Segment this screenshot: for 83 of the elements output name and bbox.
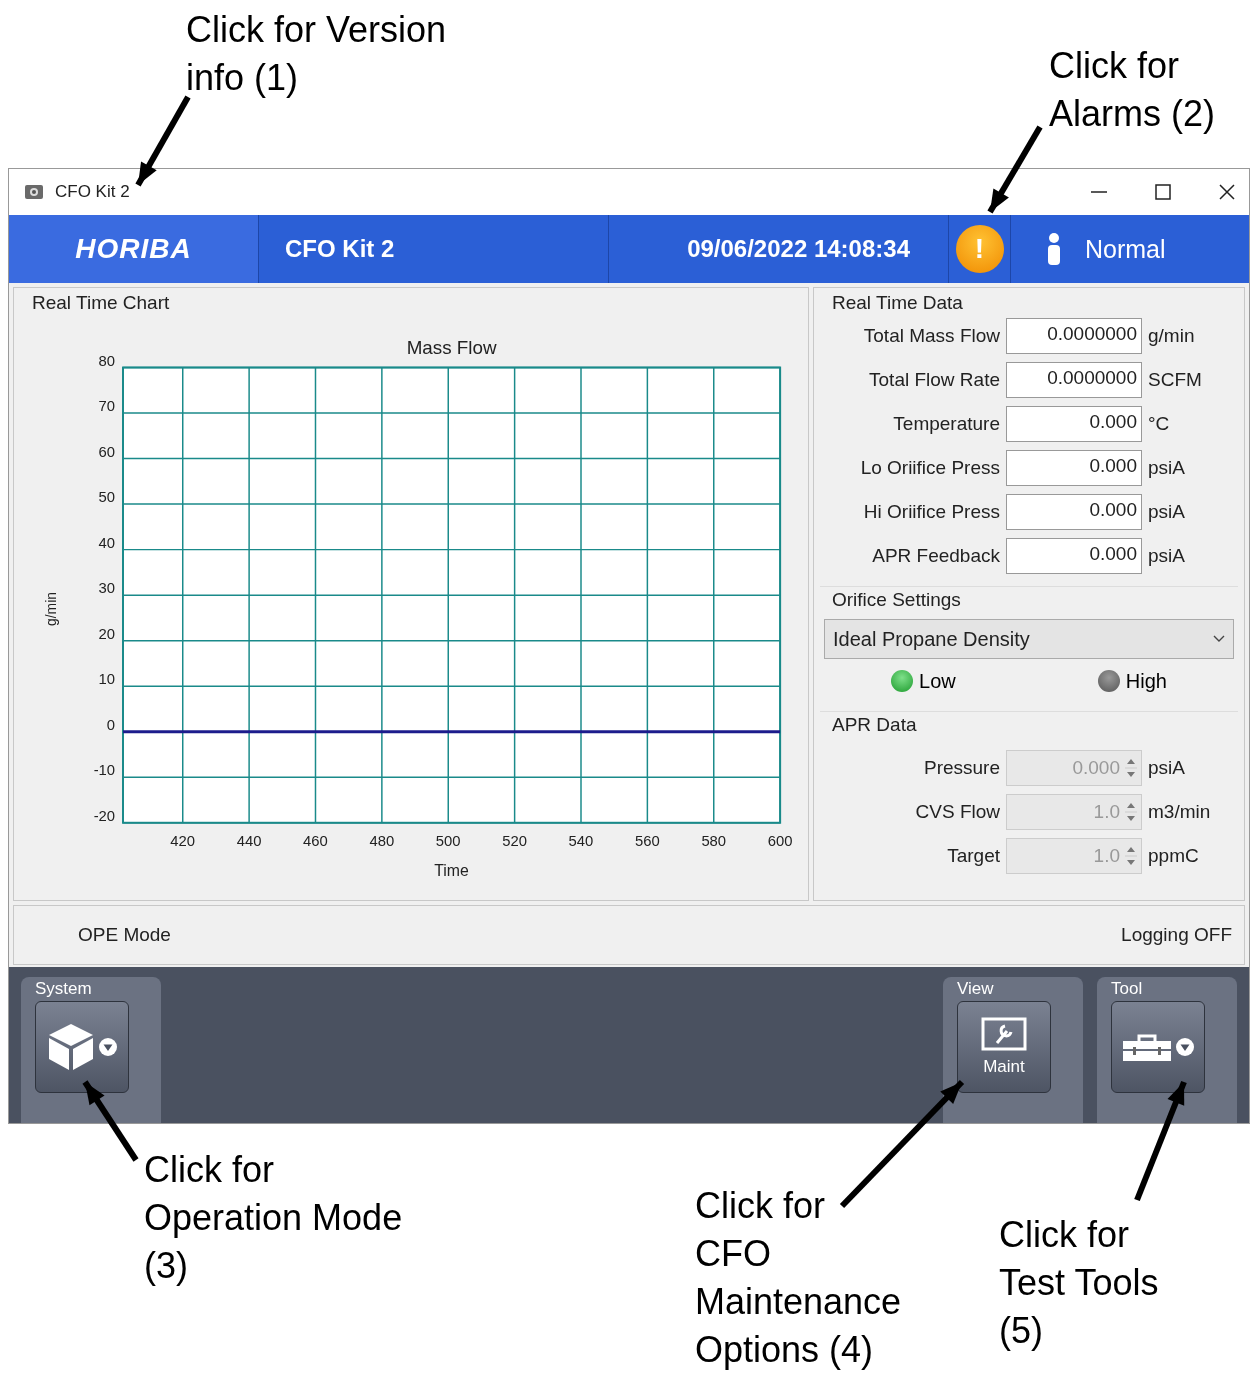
app-icon[interactable] bbox=[23, 183, 45, 201]
callout-text: Click for Test Tools (5) bbox=[999, 1213, 1159, 1353]
field-label: Target bbox=[946, 845, 1001, 867]
unit-label: psiA bbox=[1147, 457, 1185, 479]
chart-title: Mass Flow bbox=[406, 336, 497, 358]
tool-button[interactable] bbox=[1111, 1001, 1205, 1093]
unit-label: ppmC bbox=[1147, 845, 1199, 867]
y-tick-label: 70 bbox=[98, 398, 116, 415]
option-label: High bbox=[1125, 669, 1167, 693]
date-time: 09/06/2022 14:08:34 bbox=[609, 215, 949, 283]
chevron-icon bbox=[1213, 635, 1225, 643]
maint-button[interactable]: Maint bbox=[957, 1001, 1051, 1093]
field-label: Total Mass Flow bbox=[862, 325, 1001, 347]
field-label: CVS Flow bbox=[914, 801, 1001, 823]
value-field: 0.000 bbox=[1006, 406, 1142, 442]
mode-text: OPE Mode bbox=[78, 924, 171, 946]
density-dropdown[interactable]: Ideal Propane Density bbox=[824, 619, 1234, 659]
y-tick-label: 20 bbox=[98, 625, 116, 642]
group-title: Real Time Data bbox=[831, 292, 964, 314]
field-label: APR Feedback bbox=[871, 545, 1001, 567]
status-text: Normal bbox=[1085, 234, 1166, 264]
toolbox-icon bbox=[1122, 1033, 1172, 1061]
window-title: CFO Kit 2 bbox=[55, 182, 130, 202]
unit-label: m3/min bbox=[1147, 801, 1211, 823]
callout-text: Click for Alarms (2) bbox=[1049, 44, 1215, 136]
field-label: Pressure bbox=[922, 757, 1001, 779]
unit-label: SCFM bbox=[1147, 369, 1202, 391]
brand-logo: HORIBA bbox=[9, 215, 259, 283]
unit-label: g/min bbox=[1147, 325, 1195, 347]
cube-icon bbox=[47, 1022, 95, 1072]
group-label: View bbox=[957, 978, 995, 1000]
field-label: Total Flow Rate bbox=[868, 369, 1001, 391]
unit-label: psiA bbox=[1147, 545, 1185, 567]
y-axis-title: g/min bbox=[42, 592, 59, 626]
field-label: Hi Oriifice Press bbox=[862, 501, 1001, 523]
info-icon bbox=[1047, 233, 1061, 265]
value-field: 0.000 bbox=[1006, 538, 1142, 574]
y-tick-label: -20 bbox=[93, 807, 116, 824]
group-label: System bbox=[35, 978, 93, 1000]
callout-text: Click for Version info (1) bbox=[186, 8, 447, 100]
y-tick-label: 50 bbox=[98, 489, 116, 506]
x-tick-label: 480 bbox=[369, 832, 395, 849]
x-tick-label: 520 bbox=[502, 832, 527, 849]
group-title: APR Data bbox=[831, 714, 918, 736]
group-title: Orifice Settings bbox=[831, 589, 962, 611]
app-title: CFO Kit 2 bbox=[259, 215, 609, 283]
wrench-icon bbox=[981, 1017, 1027, 1051]
x-tick-label: 440 bbox=[236, 832, 262, 849]
value-field: 0.0000000 bbox=[1006, 318, 1142, 354]
x-tick-label: 600 bbox=[767, 832, 793, 849]
y-tick-label: -10 bbox=[93, 762, 116, 779]
field-label: Lo Oriifice Press bbox=[859, 457, 1001, 479]
x-tick-label: 560 bbox=[635, 832, 660, 849]
y-tick-label: 10 bbox=[98, 671, 116, 688]
y-tick-label: 30 bbox=[98, 580, 116, 597]
unit-label: psiA bbox=[1147, 757, 1185, 779]
x-tick-label: 500 bbox=[435, 832, 461, 849]
y-tick-label: 60 bbox=[98, 443, 116, 460]
unit-label: psiA bbox=[1147, 501, 1185, 523]
callout-text: Click for Operation Mode (3) bbox=[144, 1148, 403, 1288]
callout-text: Click for CFO Maintenance Options (4) bbox=[695, 1184, 902, 1372]
y-tick-label: 80 bbox=[98, 352, 116, 369]
value-field: 0.000 bbox=[1006, 494, 1142, 530]
panel-title: Real Time Chart bbox=[31, 292, 171, 314]
x-tick-label: 420 bbox=[170, 832, 196, 849]
value-field: 0.000 bbox=[1006, 450, 1142, 486]
group-label: Tool bbox=[1111, 978, 1144, 1000]
value-field: 0.0000000 bbox=[1006, 362, 1142, 398]
option-label: Low bbox=[919, 669, 956, 693]
system-button[interactable] bbox=[35, 1001, 129, 1093]
maximize-icon[interactable] bbox=[1155, 184, 1171, 200]
alarm-button[interactable]: ! bbox=[955, 225, 1004, 273]
x-axis-title: Time bbox=[434, 862, 469, 880]
x-tick-label: 540 bbox=[568, 832, 594, 849]
button-label: Maint bbox=[983, 1057, 1025, 1077]
close-icon[interactable] bbox=[1219, 184, 1235, 200]
field-label: Temperature bbox=[892, 413, 1001, 435]
unit-label: °C bbox=[1147, 413, 1170, 435]
x-tick-label: 580 bbox=[701, 832, 727, 849]
x-tick-label: 460 bbox=[303, 832, 328, 849]
y-tick-label: 0 bbox=[106, 716, 116, 733]
logging-text: Logging OFF bbox=[1121, 924, 1232, 946]
y-tick-label: 40 bbox=[98, 534, 116, 551]
